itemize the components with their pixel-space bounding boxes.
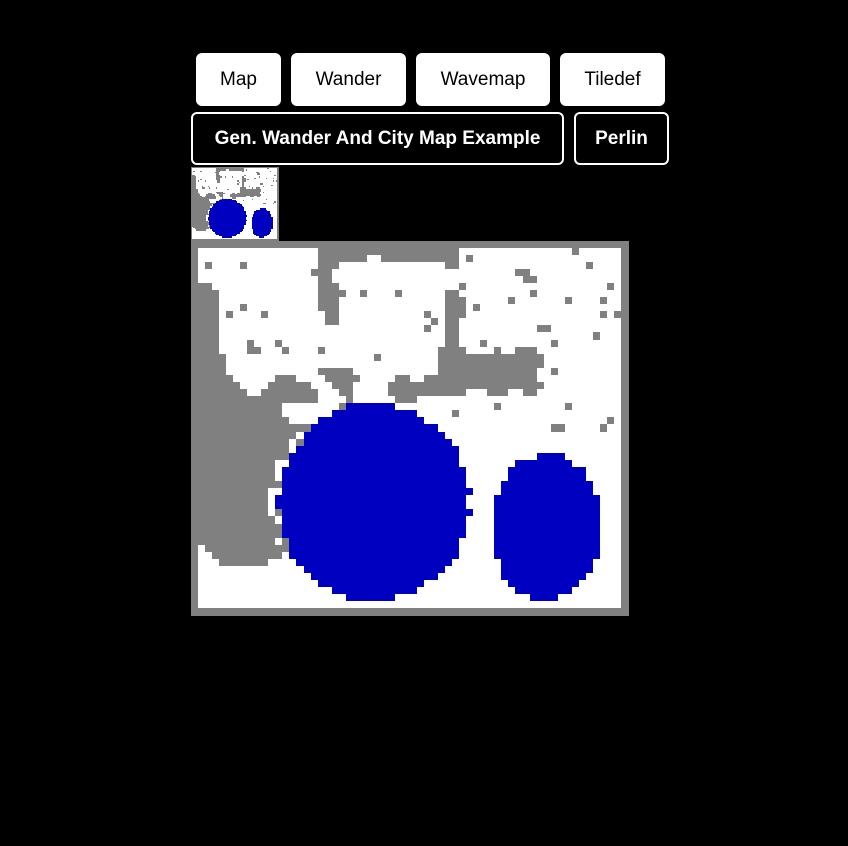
wavemap-button[interactable]: Wavemap (416, 53, 550, 106)
tiledef-button[interactable]: Tiledef (560, 53, 665, 106)
map-button[interactable]: Map (196, 53, 281, 106)
map-thumbnail (191, 167, 279, 241)
generated-map-canvas (191, 241, 629, 616)
wander-button[interactable]: Wander (291, 53, 406, 106)
perlin-button[interactable]: Perlin (574, 112, 669, 165)
gen-wander-city-map-button[interactable]: Gen. Wander And City Map Example (191, 112, 564, 165)
app-root: Map Wander Wavemap Tiledef Gen. Wander A… (0, 0, 848, 846)
